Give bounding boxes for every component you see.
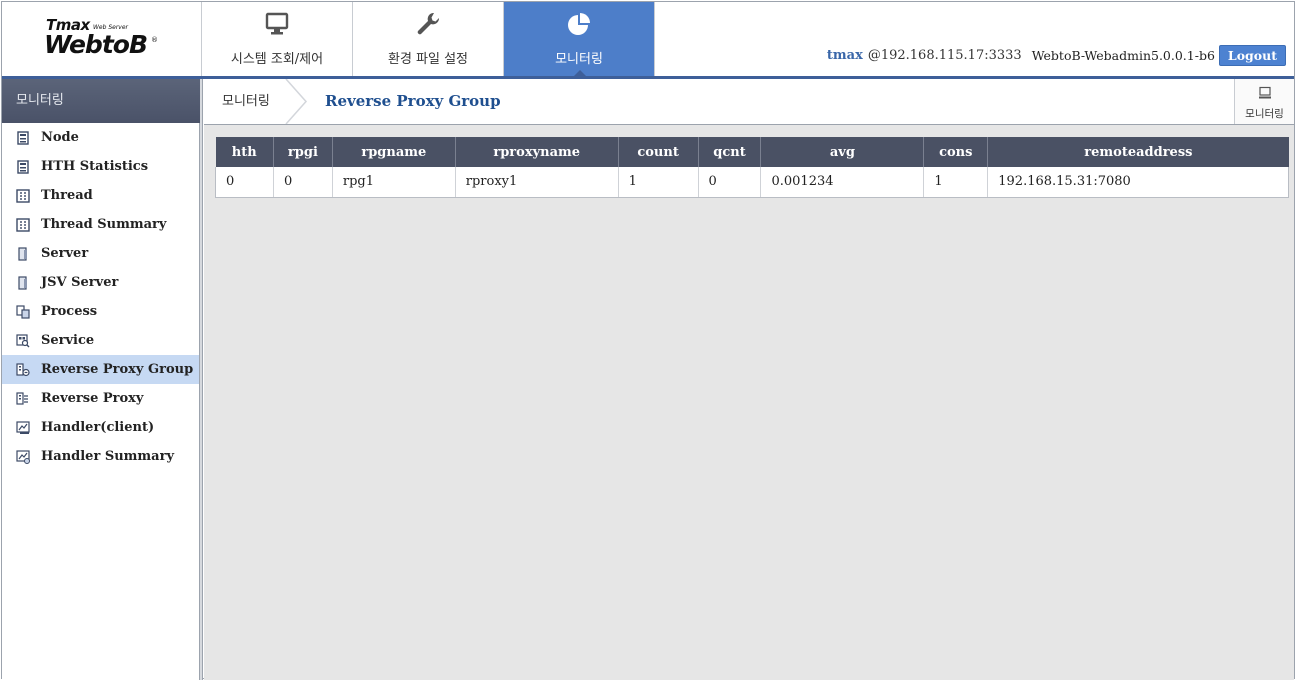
sidebar-item-thread-summary[interactable]: Thread Summary bbox=[2, 210, 199, 239]
sidebar-item-label: Thread Summary bbox=[41, 217, 167, 232]
server-icon bbox=[18, 247, 27, 261]
app-frame: Tmax Web Server WebtoB ® 시스템 조회/제어 환경 파일… bbox=[1, 1, 1295, 680]
tab-monitoring[interactable]: 모니터링 bbox=[504, 2, 655, 76]
cell-rpgi: 0 bbox=[273, 167, 333, 198]
cell-remoteaddress: 192.168.15.31:7080 bbox=[987, 167, 1289, 198]
version-label: WebtoB-Webadmin5.0.0.1-b6 bbox=[1031, 47, 1215, 63]
tab-system-control-label: 시스템 조회/제어 bbox=[230, 52, 324, 67]
reverse-proxy-group-icon bbox=[16, 363, 30, 377]
column-header-rproxyname[interactable]: rproxyname bbox=[455, 137, 619, 167]
cell-rpgname: rpg1 bbox=[332, 167, 456, 198]
tab-system-control[interactable]: 시스템 조회/제어 bbox=[202, 2, 353, 76]
tab-monitoring-label: 모니터링 bbox=[555, 52, 603, 67]
sidebar-item-label: Node bbox=[41, 130, 79, 145]
cell-avg: 0.001234 bbox=[760, 167, 925, 198]
column-header-remoteaddress[interactable]: remoteaddress bbox=[987, 137, 1289, 167]
monitor-icon bbox=[265, 12, 289, 35]
sidebar-item-label: HTH Statistics bbox=[41, 159, 149, 174]
wrench-icon bbox=[417, 12, 440, 35]
column-header-qcnt[interactable]: qcnt bbox=[698, 137, 762, 167]
pie-chart-icon bbox=[568, 13, 590, 35]
monitoring-shortcut-label: 모니터링 bbox=[1245, 108, 1284, 120]
node-icon bbox=[17, 131, 29, 145]
user-name: tmax bbox=[826, 47, 863, 63]
sidebar-item-label: Handler Summary bbox=[41, 449, 175, 464]
tab-config-files[interactable]: 환경 파일 설정 bbox=[353, 2, 504, 76]
cell-count: 1 bbox=[618, 167, 699, 198]
process-icon bbox=[16, 305, 30, 319]
sidebar-item-label: Thread bbox=[41, 188, 93, 203]
table-header-row: hth rpgi rpgname rproxyname count qcnt a… bbox=[215, 137, 1289, 167]
sidebar-item-node[interactable]: Node bbox=[2, 123, 199, 152]
main-content: 모니터링 Reverse Proxy Group 모니터링 hth rpgi r… bbox=[204, 79, 1294, 680]
sidebar-item-label: Reverse Proxy bbox=[41, 391, 144, 406]
sidebar-item-service[interactable]: Service bbox=[2, 326, 199, 355]
sidebar-item-label: JSV Server bbox=[41, 275, 119, 290]
header: Tmax Web Server WebtoB ® 시스템 조회/제어 환경 파일… bbox=[2, 2, 1294, 76]
reverse-proxy-group-table: hth rpgi rpgname rproxyname count qcnt a… bbox=[215, 137, 1289, 198]
sidebar-item-reverse-proxy[interactable]: Reverse Proxy bbox=[2, 384, 199, 413]
breadcrumb: 모니터링 Reverse Proxy Group 모니터링 bbox=[204, 79, 1294, 125]
sidebar-item-process[interactable]: Process bbox=[2, 297, 199, 326]
sidebar-item-label: Service bbox=[41, 333, 95, 348]
cell-cons: 1 bbox=[923, 167, 989, 198]
reverse-proxy-icon bbox=[16, 392, 28, 405]
cell-qcnt: 0 bbox=[698, 167, 762, 198]
column-header-rpgi[interactable]: rpgi bbox=[273, 137, 333, 167]
thread-summary-icon bbox=[16, 218, 30, 232]
cell-hth: 0 bbox=[215, 167, 274, 198]
logo-registered-mark: ® bbox=[151, 36, 158, 44]
column-header-count[interactable]: count bbox=[618, 137, 699, 167]
table-row[interactable]: 0 0 rpg1 rproxy1 1 0 0.001234 1 192.168.… bbox=[215, 167, 1289, 198]
data-table: hth rpgi rpgname rproxyname count qcnt a… bbox=[215, 137, 1289, 198]
sidebar-item-label: Handler(client) bbox=[41, 420, 155, 435]
sidebar-item-hth-statistics[interactable]: HTH Statistics bbox=[2, 152, 199, 181]
user-info: tmax @192.168.115.17:3333 WebtoB-Webadmi… bbox=[827, 43, 1286, 67]
thread-icon bbox=[16, 189, 30, 203]
sidebar-item-label: Process bbox=[41, 304, 98, 319]
logo-webtob-text: WebtoB bbox=[44, 30, 148, 59]
tab-config-files-label: 환경 파일 설정 bbox=[387, 52, 469, 67]
logout-button[interactable]: Logout bbox=[1218, 44, 1286, 66]
service-icon bbox=[16, 334, 30, 348]
monitor-icon bbox=[1259, 86, 1271, 99]
handler-client-icon bbox=[16, 421, 30, 434]
webtob-logo[interactable]: Tmax Web Server WebtoB ® bbox=[2, 2, 202, 76]
sidebar: 모니터링 Node HTH Statistics Thread Thread S… bbox=[2, 79, 200, 680]
sidebar-item-thread[interactable]: Thread bbox=[2, 181, 199, 210]
sidebar-item-handler-client[interactable]: Handler(client) bbox=[2, 413, 199, 442]
sidebar-item-reverse-proxy-group[interactable]: Reverse Proxy Group bbox=[2, 355, 199, 384]
jsv-server-icon bbox=[18, 276, 27, 290]
page-title: Reverse Proxy Group bbox=[325, 92, 501, 110]
handler-summary-icon bbox=[16, 450, 30, 464]
sidebar-item-handler-summary[interactable]: Handler Summary bbox=[2, 442, 199, 471]
hth-statistics-icon bbox=[17, 160, 29, 174]
breadcrumb-root[interactable]: 모니터링 bbox=[222, 79, 270, 124]
cell-rproxyname: rproxy1 bbox=[455, 167, 619, 198]
sidebar-resize-handle[interactable] bbox=[200, 79, 203, 680]
sidebar-title: 모니터링 bbox=[2, 79, 200, 123]
monitoring-shortcut-button[interactable]: 모니터링 bbox=[1234, 79, 1294, 124]
user-host: @192.168.115.17:3333 bbox=[867, 47, 1022, 63]
sidebar-item-jsv-server[interactable]: JSV Server bbox=[2, 268, 199, 297]
column-header-avg[interactable]: avg bbox=[760, 137, 925, 167]
column-header-rpgname[interactable]: rpgname bbox=[332, 137, 456, 167]
sidebar-item-label: Reverse Proxy Group bbox=[41, 362, 194, 377]
sidebar-item-label: Server bbox=[41, 246, 89, 261]
sidebar-item-server[interactable]: Server bbox=[2, 239, 199, 268]
breadcrumb-separator-icon bbox=[285, 79, 308, 124]
column-header-hth[interactable]: hth bbox=[215, 137, 274, 167]
column-header-cons[interactable]: cons bbox=[923, 137, 989, 167]
